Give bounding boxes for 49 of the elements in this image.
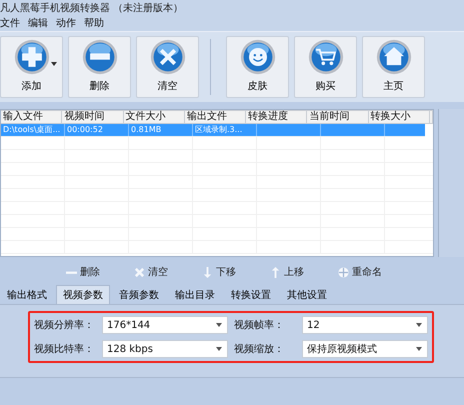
up-arrow-icon xyxy=(270,266,281,278)
caret-icon xyxy=(216,347,222,351)
action-button[interactable]: 清空 xyxy=(134,265,168,279)
caret-icon xyxy=(416,347,422,351)
field-label: 视频分辨率： xyxy=(34,318,95,332)
window-title: 凡人黑莓手机视频转换器 （未注册版本） xyxy=(0,2,184,14)
action-button[interactable]: 删除 xyxy=(66,265,100,279)
toolbar-button[interactable]: 主页 xyxy=(362,36,425,98)
field-label: 视频比特率： xyxy=(34,342,95,356)
toolbar-button[interactable]: 皮肤 xyxy=(226,36,289,98)
caret-icon xyxy=(216,323,222,327)
crosshair-icon xyxy=(338,266,349,278)
table-cell: 0.81MB xyxy=(131,125,162,134)
cart-icon xyxy=(306,39,344,75)
tab[interactable]: 视频参数 xyxy=(56,285,110,304)
table-cell: 区域录制.3... xyxy=(195,125,242,134)
menu-item[interactable]: 文件 xyxy=(0,16,20,30)
cross-icon xyxy=(148,39,186,75)
toolbar-button[interactable]: 清空 xyxy=(136,36,199,98)
toolbar-button[interactable]: 删除 xyxy=(68,36,131,98)
field-label: 视频缩放： xyxy=(234,342,285,356)
plus-icon xyxy=(12,39,50,75)
smiley-icon xyxy=(238,39,276,75)
tab[interactable]: 输出格式 xyxy=(0,285,54,304)
tab[interactable]: 音频参数 xyxy=(112,285,166,304)
table-cell: 00:00:52 xyxy=(67,125,103,134)
menu-item[interactable]: 动作 xyxy=(56,16,76,30)
menu-item[interactable]: 帮助 xyxy=(84,16,104,30)
dropdown-field[interactable]: 128 kbps xyxy=(102,340,228,358)
action-button[interactable]: 上移 xyxy=(270,265,304,279)
down-arrow-icon xyxy=(202,266,213,278)
toolbar-button[interactable]: 购买 xyxy=(294,36,357,98)
caret-icon[interactable] xyxy=(51,62,57,66)
field-label: 视频帧率： xyxy=(234,318,285,332)
caret-icon xyxy=(416,323,422,327)
tab[interactable]: 其他设置 xyxy=(280,285,334,304)
minus-icon xyxy=(80,39,118,75)
dropdown-field[interactable]: 12 xyxy=(302,316,428,334)
table-cell: D:\tools\桌面... xyxy=(3,125,60,134)
menu-item[interactable]: 编辑 xyxy=(28,16,48,30)
house-icon xyxy=(374,39,412,75)
tab[interactable]: 转换设置 xyxy=(224,285,278,304)
action-button[interactable]: 重命名 xyxy=(338,265,382,279)
action-button[interactable]: 下移 xyxy=(202,265,236,279)
cross-icon xyxy=(134,266,145,278)
toolbar-button[interactable]: 添加 xyxy=(0,36,63,98)
dropdown-field[interactable]: 保持原视频模式 xyxy=(302,340,428,358)
dropdown-field[interactable]: 176*144 xyxy=(102,316,228,334)
tab[interactable]: 输出目录 xyxy=(168,285,222,304)
